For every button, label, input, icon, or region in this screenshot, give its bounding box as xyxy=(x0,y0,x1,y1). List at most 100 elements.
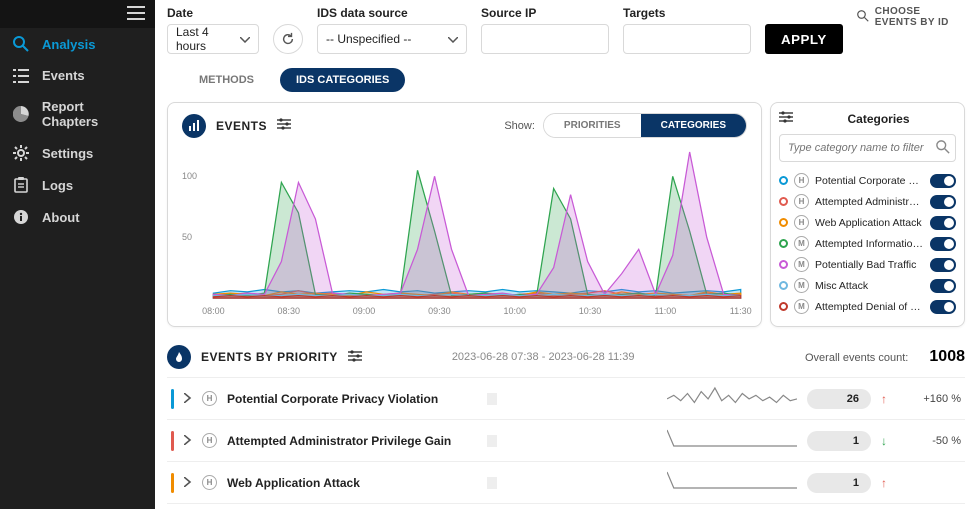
category-toggle[interactable] xyxy=(930,279,956,293)
categories-title: Categories xyxy=(801,112,956,126)
show-label: Show: xyxy=(504,120,535,132)
priority-stripe xyxy=(171,431,174,451)
category-toggle[interactable] xyxy=(930,195,956,209)
sidebar-item-analysis[interactable]: Analysis xyxy=(0,28,155,60)
priority-count: 1 xyxy=(807,473,871,493)
sidebar-item-label: Report Chapters xyxy=(42,99,143,129)
expand-icon[interactable] xyxy=(184,434,192,448)
category-color-dot xyxy=(779,218,788,227)
sidebar-item-report-chapters[interactable]: Report Chapters xyxy=(0,91,155,137)
datasource-select[interactable]: -- Unspecified -- xyxy=(317,24,467,54)
sidebar-item-label: Analysis xyxy=(42,37,95,52)
main-content: Date Last 4 hours IDS data source -- Uns… xyxy=(155,0,975,509)
date-select[interactable]: Last 4 hours xyxy=(167,24,259,54)
flame-icon xyxy=(167,345,191,369)
segment-priorities[interactable]: PRIORITIES xyxy=(544,114,641,137)
bar-icon xyxy=(487,477,497,489)
expand-icon[interactable] xyxy=(184,392,192,406)
sparkline xyxy=(667,468,797,497)
priority-percent: +160 % xyxy=(905,393,961,405)
sliders-icon[interactable] xyxy=(779,111,793,126)
category-toggle[interactable] xyxy=(930,300,956,314)
x-tick: 11:30 xyxy=(730,306,752,316)
category-row: M Attempted Denial of Servi … xyxy=(779,296,956,317)
category-search-input[interactable] xyxy=(779,134,956,162)
priority-stripe xyxy=(171,389,174,409)
segment-categories[interactable]: CATEGORIES xyxy=(641,114,746,137)
category-toggle[interactable] xyxy=(930,174,956,188)
x-tick: 11:00 xyxy=(654,306,676,316)
clipboard-icon xyxy=(12,177,30,193)
date-label: Date xyxy=(167,6,259,20)
tab-methods[interactable]: METHODS xyxy=(183,68,270,92)
severity-badge: H xyxy=(202,475,217,490)
sliders-icon[interactable] xyxy=(348,350,362,365)
category-row: M Misc Attack xyxy=(779,275,956,296)
sidebar-item-about[interactable]: About xyxy=(0,201,155,233)
severity-badge: M xyxy=(794,299,809,314)
category-color-dot xyxy=(779,197,788,206)
bar-icon xyxy=(487,393,497,405)
category-toggle[interactable] xyxy=(930,216,956,230)
severity-badge: H xyxy=(794,173,809,188)
segment-control: PRIORITIESCATEGORIES xyxy=(543,113,747,138)
trend-arrow-icon: ↑ xyxy=(881,476,895,490)
x-tick: 10:30 xyxy=(579,306,602,316)
category-row: M Attempted Information Lea … xyxy=(779,233,956,254)
priority-header: EVENTS BY PRIORITY 2023-06-28 07:38 - 20… xyxy=(167,345,965,369)
sidebar-item-label: Events xyxy=(42,68,85,83)
tab-ids-categories[interactable]: IDS CATEGORIES xyxy=(280,68,405,92)
sidebar-item-settings[interactable]: Settings xyxy=(0,137,155,169)
category-color-dot xyxy=(779,302,788,311)
events-chart: 5010008:0008:3009:0009:3010:0010:3011:00… xyxy=(182,146,747,316)
chart-icon xyxy=(182,114,206,138)
severity-badge: M xyxy=(794,236,809,251)
x-tick: 09:30 xyxy=(428,306,451,316)
x-tick: 10:00 xyxy=(503,306,526,316)
sliders-icon[interactable] xyxy=(277,118,291,133)
apply-button[interactable]: APPLY xyxy=(765,24,843,54)
targets-input[interactable] xyxy=(623,24,751,54)
filter-bar: Date Last 4 hours IDS data source -- Uns… xyxy=(167,6,965,54)
priority-row: HPotential Corporate Privacy Violation26… xyxy=(167,377,965,419)
category-toggle[interactable] xyxy=(930,237,956,251)
category-name: Misc Attack xyxy=(815,280,924,292)
category-toggle[interactable] xyxy=(930,258,956,272)
y-tick: 100 xyxy=(182,171,197,181)
severity-badge: M xyxy=(794,257,809,272)
targets-label: Targets xyxy=(623,6,751,20)
events-card: EVENTS Show: PRIORITIESCATEGORIES 501000… xyxy=(167,102,762,327)
search-icon xyxy=(12,36,30,52)
refresh-button[interactable] xyxy=(273,24,303,54)
severity-badge: H xyxy=(794,215,809,230)
category-color-dot xyxy=(779,260,788,269)
category-color-dot xyxy=(779,239,788,248)
sparkline xyxy=(667,384,797,413)
priority-list: HPotential Corporate Privacy Violation26… xyxy=(167,377,965,509)
category-color-dot xyxy=(779,176,788,185)
severity-badge: M xyxy=(794,278,809,293)
category-name: Attempted Denial of Servi … xyxy=(815,301,924,313)
events-title: EVENTS xyxy=(216,119,267,133)
category-row: HPotential Corporate Priva … xyxy=(779,170,956,191)
choose-events-link[interactable]: CHOOSE EVENTS BY ID xyxy=(857,6,965,28)
menu-icon[interactable] xyxy=(127,6,145,23)
severity-badge: H xyxy=(794,194,809,209)
categories-panel: Categories HPotential Corporate Priva …H… xyxy=(770,102,965,327)
priority-title: EVENTS BY PRIORITY xyxy=(201,350,338,364)
sidebar-item-events[interactable]: Events xyxy=(0,60,155,91)
sidebar-item-label: Logs xyxy=(42,178,73,193)
info-icon xyxy=(12,209,30,225)
chevron-down-icon xyxy=(448,32,458,46)
trend-arrow-icon: ↑ xyxy=(881,392,895,406)
sidebar-item-label: Settings xyxy=(42,146,93,161)
category-row: HAttempted Administrator P … xyxy=(779,191,956,212)
category-color-dot xyxy=(779,281,788,290)
sidebar-item-logs[interactable]: Logs xyxy=(0,169,155,201)
sourceip-input[interactable] xyxy=(481,24,609,54)
expand-icon[interactable] xyxy=(184,476,192,490)
trend-arrow-icon: ↓ xyxy=(881,434,895,448)
search-icon xyxy=(857,10,869,25)
datasource-label: IDS data source xyxy=(317,6,467,20)
category-name: Attempted Information Lea … xyxy=(815,238,924,250)
